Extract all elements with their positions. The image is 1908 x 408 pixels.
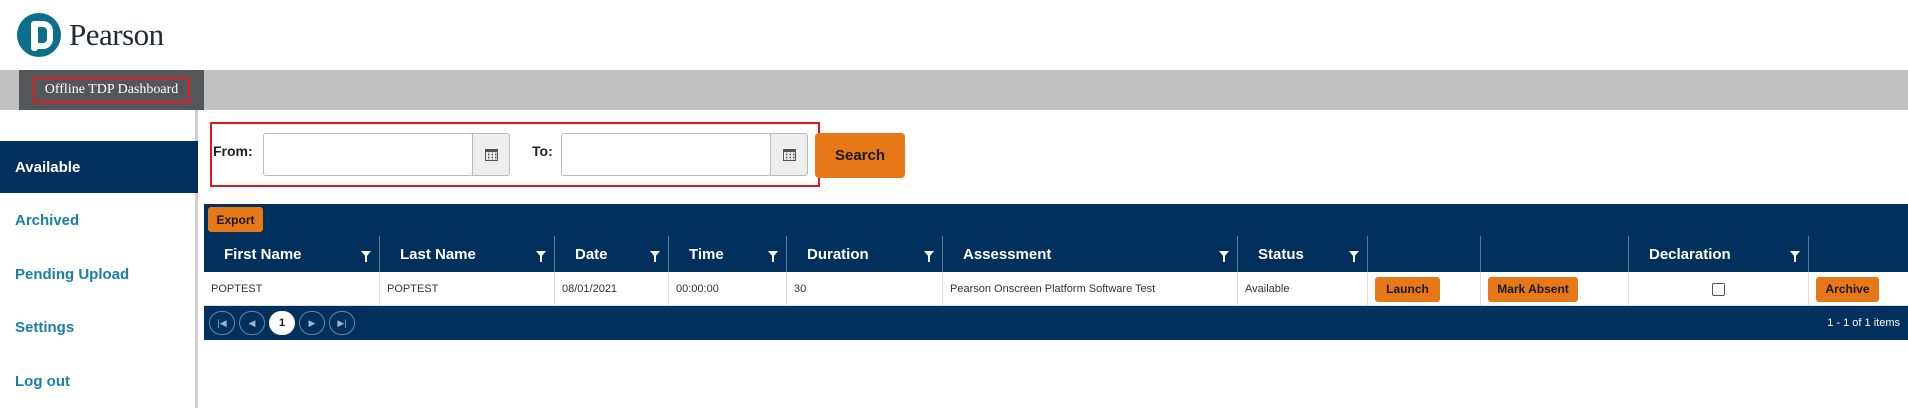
calendar-icon [782, 148, 796, 161]
table-row: POPTEST POPTEST 08/01/2021 00:00:00 30 P… [204, 272, 1908, 306]
filter-icon[interactable] [1790, 251, 1800, 262]
mark-absent-button[interactable]: Mark Absent [1488, 276, 1578, 302]
brand-name: Pearson [69, 17, 164, 52]
column-header-label: Date [575, 245, 608, 263]
current-page[interactable]: 1 [269, 311, 295, 335]
last-page-icon[interactable]: ▶| [329, 311, 355, 335]
filter-icon[interactable] [361, 251, 371, 262]
first-page-icon[interactable]: |◀ [209, 311, 235, 335]
sidebar-item-label: Log out [15, 372, 70, 390]
column-header-label: Declaration [1649, 245, 1731, 263]
filter-icon[interactable] [768, 251, 778, 262]
filter-icon[interactable] [536, 251, 546, 262]
sidebar-item-label: Archived [15, 211, 80, 229]
column-header-duration[interactable]: Duration [786, 236, 942, 272]
sidebar-item-log-out[interactable]: Log out [0, 355, 198, 407]
calendar-icon [484, 148, 498, 161]
grid-header: First Name Last Name Date Time Duration … [204, 236, 1908, 272]
sidebar-item-available[interactable]: Available [0, 141, 198, 193]
column-header-label: Last Name [400, 245, 476, 263]
sidebar-item-label: Settings [15, 318, 75, 336]
column-header-assessment[interactable]: Assessment [942, 236, 1237, 272]
pearson-logo: Pearson [17, 10, 164, 60]
cell-date: 08/01/2021 [554, 272, 668, 306]
filter-icon[interactable] [1219, 251, 1229, 262]
sidebar-item-pending-upload[interactable]: Pending Upload [0, 248, 198, 300]
archive-button[interactable]: Archive [1816, 276, 1879, 302]
column-header-date[interactable]: Date [554, 236, 668, 272]
dashboard-tab[interactable]: Offline TDP Dashboard [19, 70, 204, 110]
cell-status: Available [1237, 272, 1367, 306]
cell-launch: Launch [1367, 272, 1480, 306]
column-header-launch [1367, 236, 1480, 272]
column-header-time[interactable]: Time [668, 236, 786, 272]
filter-icon[interactable] [924, 251, 934, 262]
pearson-p-logo-icon [17, 13, 61, 57]
column-header-label: Assessment [963, 245, 1052, 263]
sidebar-item-settings[interactable]: Settings [0, 301, 198, 353]
to-label: To: [532, 143, 553, 159]
column-header-last-name[interactable]: Last Name [379, 236, 554, 272]
sidebar-item-label: Pending Upload [15, 265, 130, 283]
column-header-status[interactable]: Status [1237, 236, 1367, 272]
cell-assessment: Pearson Onscreen Platform Software Test [942, 272, 1237, 306]
column-header-label: Time [689, 245, 724, 263]
column-header-label: Duration [807, 245, 869, 263]
cell-duration: 30 [786, 272, 942, 306]
column-header-archive [1808, 236, 1908, 272]
from-calendar-button[interactable] [472, 133, 510, 176]
declaration-checkbox[interactable] [1712, 282, 1725, 296]
sidebar: Available Archived Pending Upload Settin… [0, 110, 198, 408]
sidebar-item-label: Available [15, 158, 81, 176]
filter-icon[interactable] [650, 251, 660, 262]
grid-toolbar: Export [204, 204, 1908, 236]
from-label: From: [213, 143, 253, 159]
column-header-label: Status [1258, 245, 1304, 263]
pager-info: 1 - 1 of 1 items [1827, 317, 1900, 329]
cell-last-name: POPTEST [379, 272, 554, 306]
column-header-mark-absent [1480, 236, 1628, 272]
cell-first-name: POPTEST [211, 283, 263, 295]
pager: |◀ ◀ 1 ▶ ▶| 1 - 1 of 1 items [204, 306, 1908, 340]
cell-declaration [1628, 272, 1808, 306]
to-date-input[interactable] [561, 133, 771, 176]
to-calendar-button[interactable] [770, 133, 808, 176]
launch-button[interactable]: Launch [1375, 276, 1440, 302]
next-page-icon[interactable]: ▶ [299, 311, 325, 335]
search-button[interactable]: Search [815, 133, 905, 178]
filter-icon[interactable] [1349, 251, 1359, 262]
prev-page-icon[interactable]: ◀ [239, 311, 265, 335]
from-date-input[interactable] [263, 133, 473, 176]
column-header-label: First Name [224, 245, 302, 263]
export-button[interactable]: Export [208, 207, 263, 232]
cell-time: 00:00:00 [668, 272, 786, 306]
column-header-declaration[interactable]: Declaration [1628, 236, 1808, 272]
dashboard-tab-label: Offline TDP Dashboard [32, 77, 191, 103]
top-bar [0, 70, 1908, 110]
sidebar-item-archived[interactable]: Archived [0, 194, 198, 246]
cell-mark-absent: Mark Absent [1480, 272, 1628, 306]
cell-archive: Archive [1808, 272, 1908, 306]
column-header-first-name[interactable]: First Name [204, 236, 379, 272]
